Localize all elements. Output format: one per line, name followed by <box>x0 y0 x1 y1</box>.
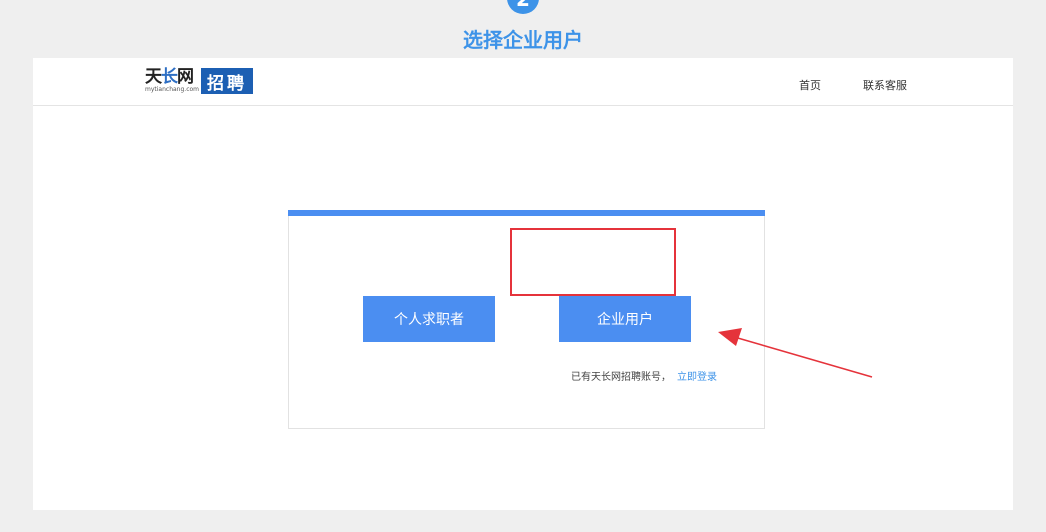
login-prompt: 已有天长网招聘账号， 立即登录 <box>571 368 717 383</box>
step-number-badge: 2 <box>507 0 539 14</box>
card-accent-bar <box>288 210 765 216</box>
logo-recruit-box: 招聘 <box>201 68 254 94</box>
personal-job-seeker-button[interactable]: 个人求职者 <box>363 296 495 342</box>
logo-wordmark: 天长网 mytianchang.com <box>145 68 199 94</box>
nav-home-link[interactable]: 首页 <box>799 77 821 93</box>
site-header: 天长网 mytianchang.com 招聘 首页 联系客服 <box>33 58 1013 106</box>
login-now-link[interactable]: 立即登录 <box>677 372 717 383</box>
nav-contact-service-link[interactable]: 联系客服 <box>863 77 907 93</box>
annotation-highlight-box <box>510 228 676 296</box>
step-number: 2 <box>516 0 530 11</box>
login-prompt-text: 已有天长网招聘账号， <box>571 372 671 383</box>
site-logo[interactable]: 天长网 mytianchang.com 招聘 <box>145 68 254 94</box>
logo-domain: mytianchang.com <box>145 86 200 93</box>
logo-text: 天长网 <box>145 67 194 87</box>
enterprise-user-button[interactable]: 企业用户 <box>559 296 691 342</box>
step-title: 选择企业用户 <box>463 28 583 52</box>
